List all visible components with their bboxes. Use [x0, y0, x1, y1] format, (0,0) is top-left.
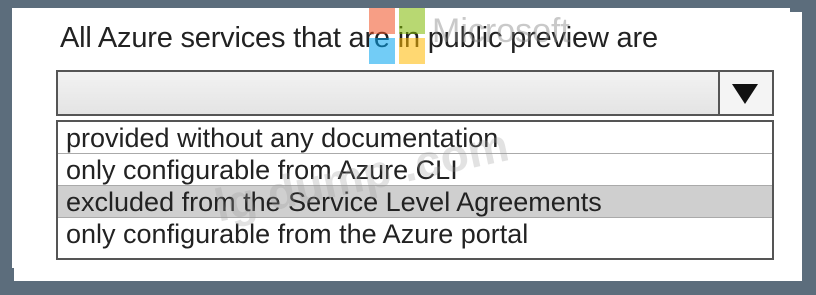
- watermark-brand-text: Microsoft: [432, 12, 570, 50]
- dropdown-toggle-button[interactable]: [718, 72, 772, 114]
- microsoft-logo-watermark-icon: [369, 8, 425, 64]
- dropdown-option[interactable]: only configurable from the Azure portal: [58, 218, 772, 258]
- question-panel: All Azure services that are in public pr…: [12, 8, 790, 268]
- answer-dropdown[interactable]: [56, 70, 774, 116]
- triangle-down-icon: [732, 84, 758, 104]
